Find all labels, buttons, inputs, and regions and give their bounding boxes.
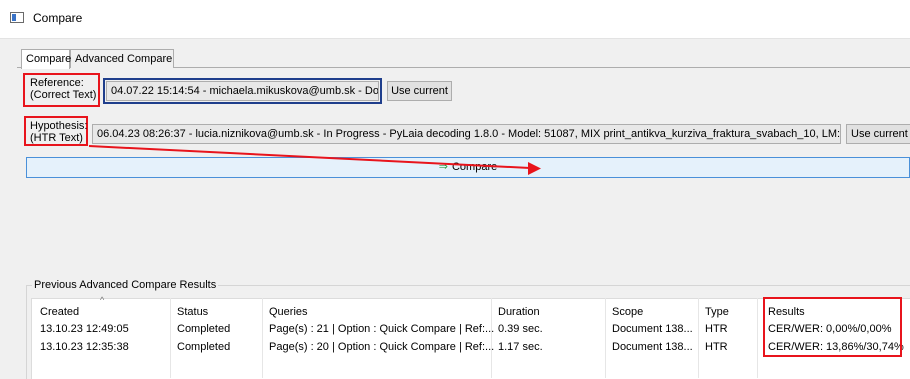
column-header-scope[interactable]: Scope: [612, 306, 643, 318]
cell-scope: Document 138...: [612, 341, 693, 353]
column-divider: [491, 298, 492, 378]
column-divider: [698, 298, 699, 378]
cell-queries: Page(s) : 20 | Option : Quick Compare | …: [269, 341, 495, 353]
sort-caret-icon: ^: [100, 295, 105, 305]
column-header-created[interactable]: Created: [40, 306, 79, 318]
column-header-duration[interactable]: Duration: [498, 306, 540, 318]
annotation-arrow-line: [88, 145, 531, 169]
cell-type: HTR: [705, 323, 728, 335]
column-divider: [605, 298, 606, 378]
column-divider: [757, 298, 758, 378]
cell-type: HTR: [705, 341, 728, 353]
column-header-queries[interactable]: Queries: [269, 306, 308, 318]
cell-scope: Document 138...: [612, 323, 693, 335]
cell-duration: 0.39 sec.: [498, 323, 543, 335]
cell-created: 13.10.23 12:35:38: [40, 341, 129, 353]
annotation-arrow-head: [528, 162, 541, 175]
cell-created: 13.10.23 12:49:05: [40, 323, 129, 335]
column-divider: [170, 298, 171, 378]
cell-queries: Page(s) : 21 | Option : Quick Compare | …: [269, 323, 495, 335]
column-header-status[interactable]: Status: [177, 306, 208, 318]
column-divider: [262, 298, 263, 378]
cell-duration: 1.17 sec.: [498, 341, 543, 353]
results-column-annotation: [763, 297, 902, 357]
cell-status: Completed: [177, 341, 231, 353]
results-group-title: Previous Advanced Compare Results: [32, 279, 219, 291]
cell-status: Completed: [177, 323, 231, 335]
tab-compare[interactable]: Compare: [21, 49, 71, 69]
column-header-type[interactable]: Type: [705, 306, 729, 318]
